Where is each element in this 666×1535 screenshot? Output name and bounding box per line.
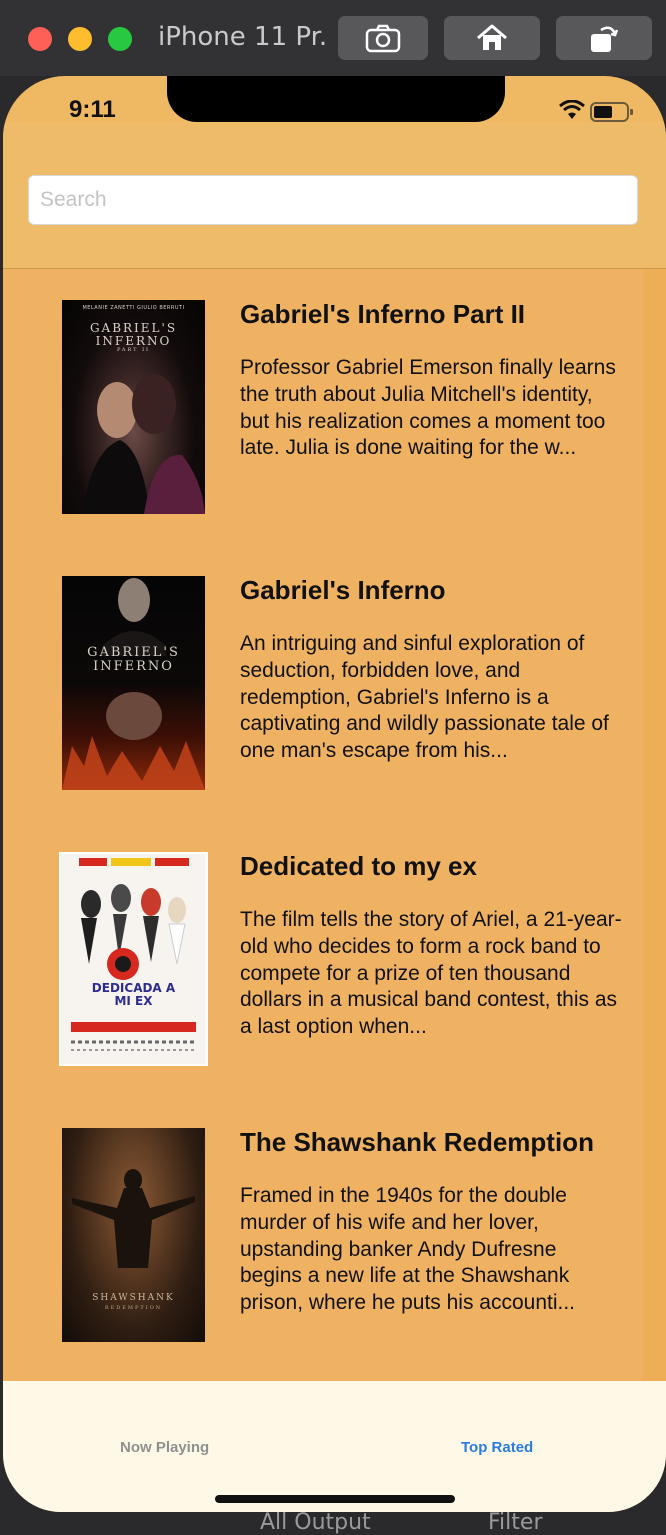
movie-row[interactable]: DEDICADA A MI EX Dedicated to my ex The …: [3, 821, 643, 1097]
tab-now-playing[interactable]: Now Playing: [120, 1439, 209, 1456]
wifi-icon: [559, 100, 585, 119]
tab-top-rated[interactable]: Top Rated: [461, 1439, 533, 1456]
minimize-window-button[interactable]: [68, 27, 92, 51]
poster-title: DEDICADA A MI EX: [91, 981, 176, 1009]
movie-list-content: MELANIE ZANETTI GIULIO BERRUTI GABRIEL'S…: [3, 269, 643, 1381]
poster-art: [82, 374, 205, 514]
movie-row[interactable]: MELANIE ZANETTI GIULIO BERRUTI GABRIEL'S…: [3, 269, 643, 545]
notch: [167, 76, 505, 122]
movie-poster: DEDICADA A MI EX: [59, 852, 208, 1066]
battery-icon: [590, 102, 633, 122]
movie-poster: MELANIE ZANETTI GIULIO BERRUTI GABRIEL'S…: [62, 300, 205, 514]
tab-bar: Now Playing Top Rated: [3, 1381, 666, 1512]
poster-subtitle: PART II: [116, 347, 151, 353]
movie-poster: GABRIEL'S INFERNO: [62, 576, 205, 790]
movie-poster: SHAWSHANK REDEMPTION: [62, 1128, 205, 1342]
camera-icon: [365, 24, 401, 53]
movie-overview: Framed in the 1940s for the double murde…: [240, 1184, 576, 1315]
device-screen: 9:11 MELANIE ZANETTI GIULIO BERRUTI GABR…: [3, 76, 666, 1512]
poster-art: [71, 858, 196, 1051]
search-input[interactable]: [28, 175, 638, 225]
movie-overview: An intriguing and sinful exploration of …: [240, 632, 609, 763]
poster-art: [62, 578, 205, 790]
movie-list[interactable]: MELANIE ZANETTI GIULIO BERRUTI GABRIEL'S…: [3, 269, 666, 1381]
rotate-button[interactable]: [556, 16, 652, 60]
navigation-bar: [3, 122, 666, 269]
home-button[interactable]: [444, 16, 540, 60]
all-output-label: All Output: [260, 1510, 371, 1535]
poster-credits: MELANIE ZANETTI GIULIO BERRUTI: [82, 305, 185, 311]
close-window-button[interactable]: [28, 27, 52, 51]
screenshot-button[interactable]: [338, 16, 428, 60]
movie-overview: Professor Gabriel Emerson finally learns…: [240, 356, 616, 460]
rotate-icon: [591, 26, 619, 52]
filter-label: Filter: [488, 1510, 543, 1535]
movie-title: Gabriel's Inferno: [240, 575, 446, 605]
home-indicator[interactable]: [215, 1495, 455, 1503]
movie-title: Dedicated to my ex: [240, 851, 477, 881]
movie-row[interactable]: SHAWSHANK REDEMPTION The Shawshank Redem…: [3, 1097, 643, 1373]
simulator-title: iPhone 11 Pr...: [158, 22, 328, 52]
status-time: 9:11: [69, 96, 116, 123]
poster-title: GABRIEL'S INFERNO: [89, 321, 178, 349]
poster-subtitle: REDEMPTION: [104, 1305, 163, 1311]
poster-title: GABRIEL'S INFERNO: [87, 645, 180, 675]
movie-title: The Shawshank Redemption: [240, 1127, 594, 1157]
movie-title: Gabriel's Inferno Part II: [240, 299, 526, 329]
simulator-title-bar: iPhone 11 Pr...: [0, 0, 666, 76]
zoom-window-button[interactable]: [108, 27, 132, 51]
home-icon: [477, 24, 507, 50]
poster-title: SHAWSHANK: [92, 1293, 175, 1303]
movie-row[interactable]: GABRIEL'S INFERNO Gabriel's Inferno An i…: [3, 545, 643, 821]
movie-overview: The film tells the story of Ariel, a 21-…: [240, 908, 622, 1039]
